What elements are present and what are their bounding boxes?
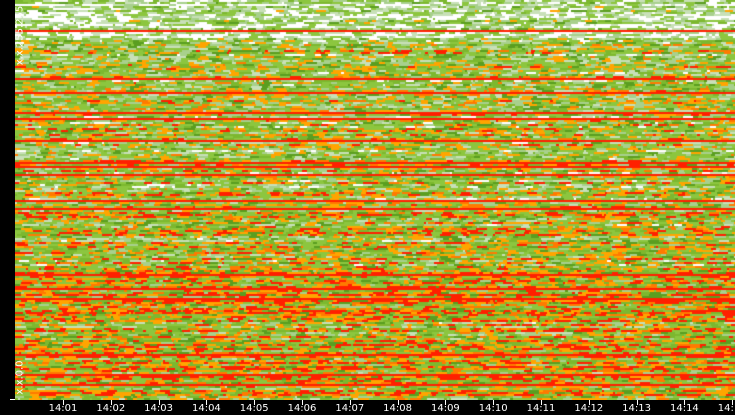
- x-tick-label: 14:01: [48, 403, 78, 414]
- x-tick-label: 14:07: [335, 403, 365, 414]
- y-axis-tick: [10, 399, 15, 400]
- y-label-bottom: x.x.0.0: [14, 360, 26, 395]
- x-tick-label: 14:06: [287, 403, 317, 414]
- y-label-top: x.x.255.255: [14, 5, 26, 66]
- heatmap-canvas: [15, 0, 735, 400]
- x-tick-label: 14:15: [717, 403, 735, 414]
- x-tick-label: 14:12: [574, 403, 604, 414]
- x-tick-label: 14:04: [191, 403, 221, 414]
- x-tick-label: 14:09: [430, 403, 460, 414]
- x-tick-label: 14:13: [622, 403, 652, 414]
- x-tick-label: 14:08: [383, 403, 413, 414]
- x-tick-label: 14:05: [239, 403, 269, 414]
- x-tick-label: 14:03: [144, 403, 174, 414]
- x-tick-label: 14:02: [96, 403, 126, 414]
- x-tick-label: 14:10: [478, 403, 508, 414]
- x-tick-label: 14:14: [669, 403, 699, 414]
- x-tick-label: 14:11: [526, 403, 556, 414]
